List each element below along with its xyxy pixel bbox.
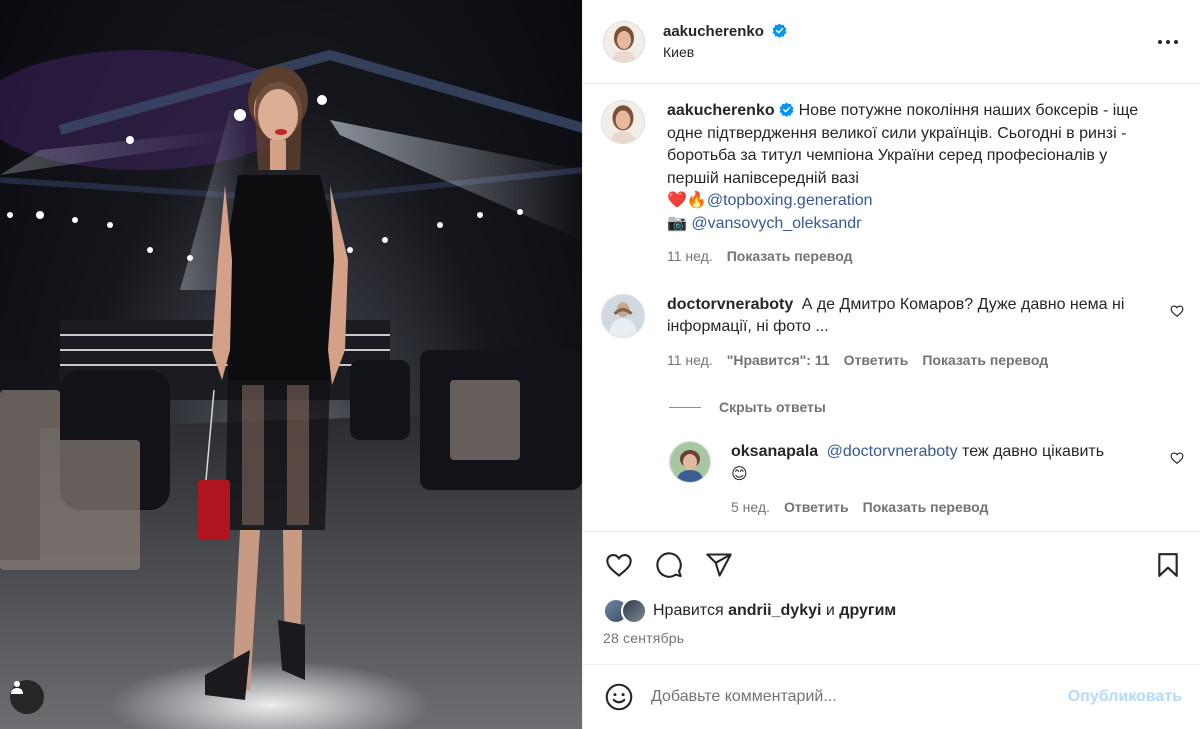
comment-username[interactable]: doctorvneraboty <box>667 296 793 313</box>
comment-likes-count[interactable]: "Нравится": 11 <box>727 349 830 372</box>
more-options-icon <box>1158 39 1178 44</box>
comment-button[interactable] <box>653 549 685 581</box>
comment-translate-button[interactable]: Показать перевод <box>922 349 1048 372</box>
post-header: aakucherenko Киев <box>583 0 1200 84</box>
comment-meta: 11 нед. "Нравится": 11 Ответить Показать… <box>667 349 1156 372</box>
emoji-icon <box>605 683 633 711</box>
hide-replies-divider <box>669 406 701 408</box>
bookmark-icon <box>1158 553 1178 577</box>
author-username[interactable]: aakucherenko <box>663 23 764 40</box>
post-photo[interactable] <box>0 0 582 729</box>
caption-body: aakucherenko Нове потужне покоління наши… <box>667 100 1184 268</box>
reply-emoji: 😊 <box>731 465 748 483</box>
likes-prefix: Нравится <box>653 602 724 619</box>
likers-avatars <box>603 598 649 624</box>
share-button[interactable] <box>703 549 735 581</box>
caption-emoji-camera: 📷 <box>667 214 687 232</box>
author-avatar[interactable] <box>603 20 645 63</box>
user-tag-icon <box>11 681 23 694</box>
commenter-avatar-image <box>602 294 644 337</box>
likes-user[interactable]: andrii_dykyi <box>728 602 821 620</box>
caption-timestamp[interactable]: 11 нед. <box>667 245 713 268</box>
emoji-button[interactable] <box>603 681 635 713</box>
reply-mention[interactable]: @doctorvneraboty <box>827 443 958 460</box>
caption-author-avatar[interactable] <box>601 100 645 144</box>
reply-translate-button[interactable]: Показать перевод <box>863 496 989 519</box>
likes-conj: и <box>825 602 835 619</box>
like-button[interactable] <box>603 549 635 581</box>
add-comment-bar: Опубликовать <box>583 664 1200 729</box>
likes-summary[interactable]: Нравится andrii_dykyi и другим <box>603 598 1184 624</box>
post-caption: aakucherenko Нове потужне покоління наши… <box>601 100 1184 268</box>
reply-avatar-image <box>670 442 710 482</box>
caption-author-avatar-image <box>602 101 644 143</box>
post-actions-section: Нравится andrii_dykyi и другим 28 сентяб… <box>583 531 1200 646</box>
save-button[interactable] <box>1152 549 1184 581</box>
reply-reply-button[interactable]: Ответить <box>784 496 849 519</box>
caption-username[interactable]: aakucherenko <box>667 102 775 119</box>
comment-item: doctorvneraboty А де Дмитро Комаров? Дуж… <box>601 293 1184 372</box>
caption-translate-button[interactable]: Показать перевод <box>727 245 853 268</box>
comment-icon <box>656 552 682 578</box>
reply-meta: 5 нед. Ответить Показать перевод <box>731 496 1156 519</box>
caption-mention-topboxing[interactable]: @topboxing.generation <box>707 192 873 209</box>
liker-avatar <box>621 598 647 624</box>
reply-text: теж давно цікавить <box>962 443 1105 460</box>
caption-meta: 11 нед. Показать перевод <box>667 245 1156 268</box>
reply-avatar[interactable] <box>669 441 711 483</box>
instagram-post: aakucherenko Киев aakucherenko Нове поту… <box>0 0 1200 729</box>
verified-badge-icon <box>772 23 787 38</box>
share-icon <box>706 553 732 577</box>
post-date[interactable]: 28 сентябрь <box>603 630 1184 646</box>
caption-emoji-heart-fire: ❤️🔥 <box>667 192 707 209</box>
photo-illustration <box>0 49 582 729</box>
reply-timestamp[interactable]: 5 нед. <box>731 496 770 519</box>
reply-username[interactable]: oksanapala <box>731 443 818 460</box>
post-details-panel: aakucherenko Киев aakucherenko Нове поту… <box>582 0 1200 729</box>
verified-badge-icon <box>779 102 794 117</box>
hide-replies-label: Скрыть ответы <box>719 399 826 415</box>
action-bar <box>603 532 1184 598</box>
more-options-button[interactable] <box>1152 26 1184 58</box>
reply-like-heart-icon[interactable] <box>1170 451 1184 465</box>
comment-reply-button[interactable]: Ответить <box>844 349 909 372</box>
comments-section: aakucherenko Нове потужне покоління наши… <box>583 85 1200 531</box>
likes-others[interactable]: другим <box>839 602 896 620</box>
post-location[interactable]: Киев <box>663 44 1152 60</box>
reply-item: oksanapala @doctorvneraboty теж давно ці… <box>669 441 1184 519</box>
commenter-avatar[interactable] <box>601 293 645 338</box>
hide-replies-button[interactable]: Скрыть ответы <box>669 399 1184 415</box>
publish-button[interactable]: Опубликовать <box>1068 688 1182 706</box>
comment-timestamp[interactable]: 11 нед. <box>667 349 713 372</box>
reply-body: oksanapala @doctorvneraboty теж давно ці… <box>731 441 1184 519</box>
comment-like-heart-icon[interactable] <box>1170 304 1184 318</box>
user-tag-button[interactable] <box>10 680 44 714</box>
heart-icon <box>606 554 632 577</box>
author-avatar-image <box>604 21 644 62</box>
caption-mention-vansovych[interactable]: @vansovych_oleksandr <box>691 215 861 232</box>
comment-body: doctorvneraboty А де Дмитро Комаров? Дуж… <box>667 294 1184 372</box>
comment-input[interactable] <box>651 688 1068 706</box>
